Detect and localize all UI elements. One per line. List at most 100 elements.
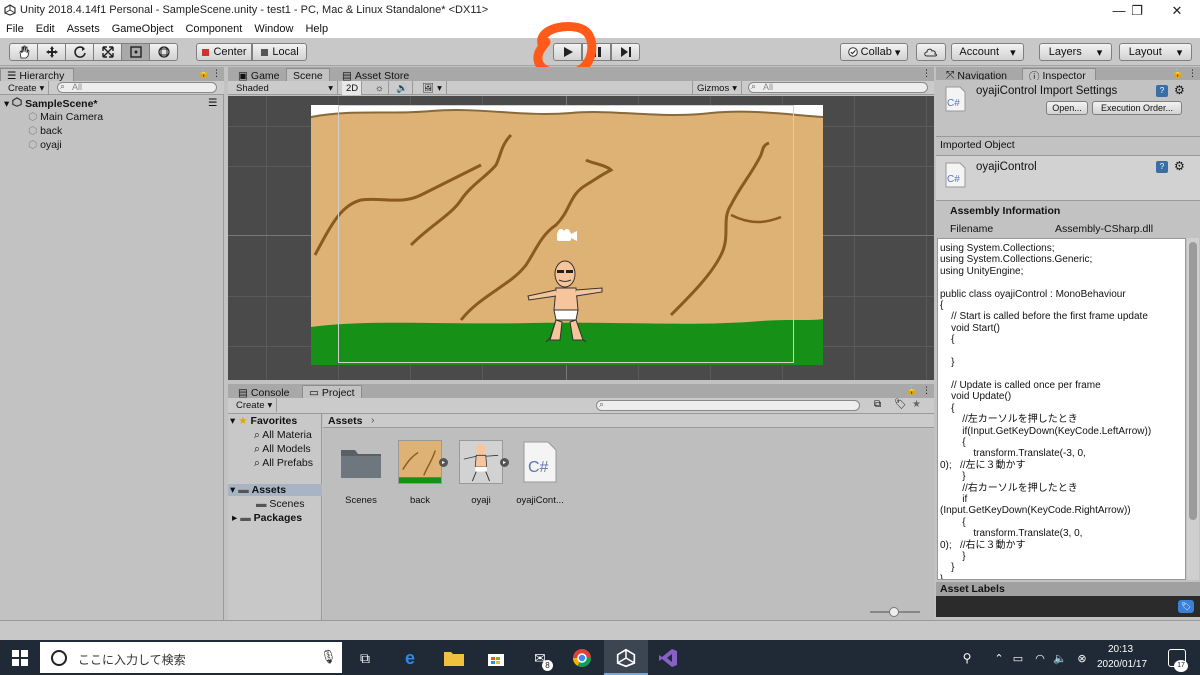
tab-asset-store[interactable]: ▤ Asset Store — [336, 68, 415, 82]
volume-icon[interactable]: 🔈 — [1048, 646, 1072, 670]
windows-start-icon[interactable] — [12, 650, 28, 666]
hierarchy-subbar: Create ▾ All ⌕ — [0, 81, 224, 95]
effects-dropdown[interactable]: 🖼 ▾ — [418, 81, 447, 95]
hierarchy-create-button[interactable]: Create ▾ — [4, 81, 50, 95]
camera-gizmo-icon[interactable] — [555, 229, 579, 243]
help-book-icon[interactable]: ? — [1156, 85, 1168, 97]
step-button[interactable] — [611, 43, 640, 61]
panel-menu-icon[interactable]: ⋮ — [922, 385, 931, 396]
close-button[interactable]: ✕ — [1160, 0, 1194, 21]
assets-folder-item[interactable]: ▾ ▬ Assets — [228, 484, 322, 496]
asset-oyajicontrol-script[interactable]: C# oyajiCont... — [509, 440, 571, 506]
main-toolbar: Center Local Collab ▾ Account ▾ Layers ▾… — [0, 22, 1200, 79]
account-dropdown[interactable]: Account ▾ — [951, 43, 1024, 61]
pivot-center-button[interactable]: Center — [196, 43, 252, 61]
edge-browser-icon[interactable]: e — [398, 646, 422, 670]
panel-menu-icon[interactable]: ⋮ — [922, 68, 931, 79]
scene-search-input[interactable]: All — [748, 82, 928, 93]
packages-folder-item[interactable]: ▸ ▬ Packages — [232, 512, 302, 524]
collab-button[interactable]: Collab ▾ — [840, 43, 908, 61]
lighting-toggle[interactable]: ☼ — [371, 81, 389, 95]
scale-tool-button[interactable] — [93, 43, 122, 61]
people-icon[interactable]: ⚲ — [955, 646, 979, 670]
hand-tool-button[interactable] — [9, 43, 38, 61]
menu-edit[interactable]: Edit — [30, 21, 61, 38]
menu-help[interactable]: Help — [299, 21, 334, 38]
unity-taskbar-button[interactable] — [604, 640, 648, 675]
layers-dropdown[interactable]: Layers ▾ — [1039, 43, 1112, 61]
maximize-button[interactable]: ❐ — [1120, 0, 1154, 21]
project-create-button[interactable]: Create ▾ — [232, 398, 278, 412]
oyaji-character-sprite[interactable] — [526, 258, 606, 344]
filter-by-label-icon[interactable]: 🏷 — [894, 399, 907, 410]
menu-component[interactable]: Component — [179, 21, 248, 38]
project-search-input[interactable] — [596, 400, 860, 411]
slider-handle[interactable] — [889, 607, 899, 617]
tab-game[interactable]: ▣ Game — [232, 68, 286, 82]
lock-icon[interactable]: 🔒 — [198, 68, 209, 79]
cloud-button[interactable] — [916, 43, 946, 61]
scene-menu-icon[interactable]: ☰ — [208, 97, 217, 109]
lock-icon[interactable]: 🔒 — [906, 385, 917, 396]
favorite-all-materials[interactable]: ⌕ All Materia — [254, 429, 312, 442]
hierarchy-item-oyaji[interactable]: ⬡ oyaji — [28, 139, 62, 151]
chrome-icon[interactable] — [570, 646, 594, 670]
file-explorer-icon[interactable] — [442, 646, 466, 670]
gizmos-dropdown[interactable]: Gizmos ▾ — [692, 81, 742, 95]
audio-toggle[interactable]: 🔊 — [392, 81, 413, 95]
transform-tool-button[interactable] — [149, 43, 178, 61]
store-icon[interactable] — [484, 646, 508, 670]
move-tool-button[interactable] — [37, 43, 66, 61]
task-view-icon[interactable]: ⧉ — [353, 646, 377, 670]
tag-icon[interactable]: 🏷 — [1178, 600, 1194, 613]
favorite-star-icon[interactable]: ★ — [912, 399, 921, 410]
expand-sprite-icon[interactable]: ▸ — [500, 458, 509, 467]
clock-date[interactable]: 2020/01/17 — [1097, 659, 1147, 670]
hierarchy-item-back[interactable]: ⬡ back — [28, 125, 62, 137]
execution-order-button[interactable]: Execution Order... — [1092, 101, 1182, 115]
menu-window[interactable]: Window — [248, 21, 299, 38]
filter-by-type-icon[interactable]: ⧉ — [874, 399, 881, 410]
hierarchy-item-main-camera[interactable]: ⬡ Main Camera — [28, 111, 103, 123]
folder-icon: ▬ — [256, 498, 267, 510]
taskbar-search-input[interactable]: ここに入力して検索 🎙 — [40, 642, 342, 673]
menu-file[interactable]: File — [0, 21, 30, 38]
favorite-all-prefabs[interactable]: ⌕ All Prefabs — [254, 457, 313, 470]
tab-scene[interactable]: Scene — [286, 68, 330, 82]
tab-console[interactable]: ▤ Console — [232, 385, 295, 399]
rect-tool-button[interactable] — [121, 43, 150, 61]
mode-2d-toggle[interactable]: 2D — [342, 81, 362, 95]
scrollbar-thumb[interactable] — [1189, 242, 1197, 520]
scene-root-item[interactable]: ▾ SampleScene* — [4, 97, 98, 110]
layout-dropdown[interactable]: Layout ▾ — [1119, 43, 1192, 61]
favorite-all-models[interactable]: ⌕ All Models — [254, 443, 311, 456]
offline-icon[interactable]: ⊗ — [1070, 646, 1094, 670]
tab-hierarchy[interactable]: ☰ Hierarchy — [0, 68, 74, 82]
menu-gameobject[interactable]: GameObject — [106, 21, 180, 38]
open-button[interactable]: Open... — [1046, 101, 1088, 115]
shading-mode-dropdown[interactable]: Shaded ▾ — [232, 81, 338, 95]
panel-menu-icon[interactable]: ⋮ — [1188, 68, 1197, 79]
asset-scenes-folder[interactable]: Scenes — [330, 440, 392, 506]
favorites-item[interactable]: ▾ ★ Favorites — [230, 415, 297, 427]
rotate-tool-button[interactable] — [65, 43, 94, 61]
gear-icon[interactable]: ⚙ — [1174, 83, 1185, 97]
microphone-icon[interactable]: 🎙 — [320, 649, 337, 665]
visual-studio-icon[interactable] — [656, 646, 680, 670]
asset-back-sprite[interactable]: back — [389, 440, 451, 506]
scenes-folder-item[interactable]: ▬ Scenes — [256, 498, 304, 510]
lock-icon[interactable]: 🔒 — [1172, 68, 1183, 79]
asset-oyaji-sprite[interactable]: oyaji — [450, 440, 512, 506]
scene-viewport[interactable] — [228, 96, 934, 380]
gear-icon[interactable]: ⚙ — [1174, 159, 1185, 173]
menu-assets[interactable]: Assets — [61, 21, 106, 38]
breadcrumb-assets[interactable]: Assets — [328, 415, 362, 427]
tab-project[interactable]: ▭ Project — [302, 385, 362, 399]
expand-sprite-icon[interactable]: ▸ — [439, 458, 448, 467]
pivot-local-button[interactable]: Local — [252, 43, 307, 61]
help-book-icon[interactable]: ? — [1156, 161, 1168, 173]
panel-menu-icon[interactable]: ⋮ — [212, 68, 221, 79]
battery-icon[interactable]: ▭ — [1006, 646, 1030, 670]
hierarchy-search-input[interactable]: All — [57, 82, 217, 93]
clock-time[interactable]: 20:13 — [1108, 644, 1133, 655]
